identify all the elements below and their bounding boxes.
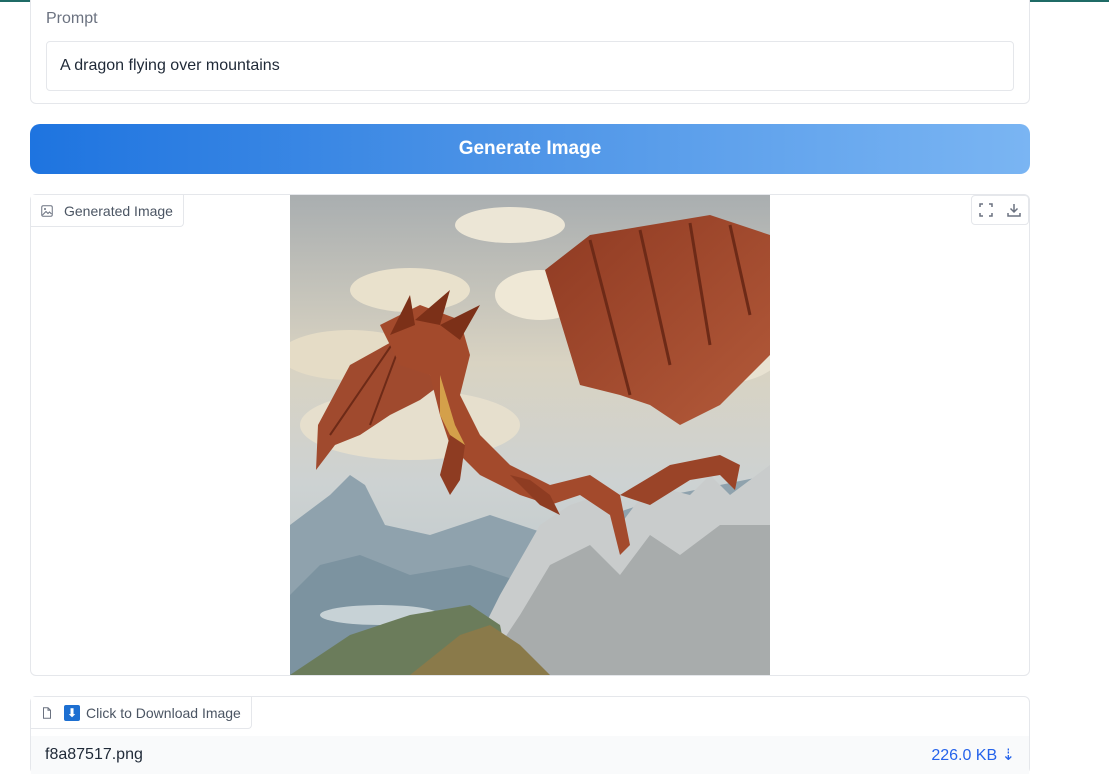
download-emoji-icon: ⬇ [64, 704, 80, 721]
file-download-label-text: Click to Download Image [86, 704, 241, 721]
generated-image-panel: Generated Image [30, 194, 1030, 676]
prompt-label: Prompt [46, 10, 98, 27]
prompt-panel: Prompt [30, 0, 1030, 104]
file-download-label: ⬇ Click to Download Image [31, 697, 252, 729]
prompt-input[interactable] [46, 41, 1014, 91]
file-icon [41, 706, 53, 719]
fullscreen-icon[interactable] [972, 196, 1000, 224]
file-size-download-link[interactable]: 226.0 KB ⇣ [931, 745, 1015, 765]
image-toolbar [971, 195, 1029, 225]
generate-image-button[interactable]: Generate Image [30, 124, 1030, 174]
generated-image-label: Generated Image [31, 195, 184, 227]
image-icon [41, 204, 53, 217]
generated-image-label-text: Generated Image [64, 202, 173, 219]
file-download-panel: ⬇ Click to Download Image f8a87517.png 2… [30, 696, 1030, 774]
download-icon[interactable] [1000, 196, 1028, 224]
file-name: f8a87517.png [45, 746, 143, 763]
file-row: f8a87517.png 226.0 KB ⇣ [31, 736, 1029, 774]
generated-image [290, 195, 770, 675]
